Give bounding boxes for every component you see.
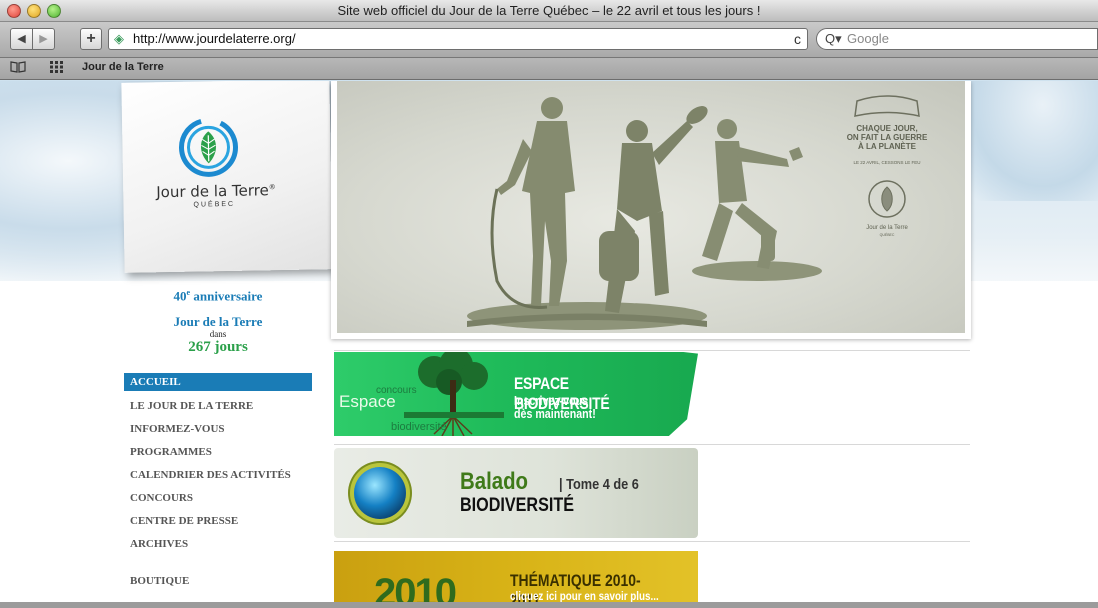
statue-figures-illustration: CHAQUE JOUR, ON FAIT LA GUERRE À LA PLAN… [467, 95, 928, 330]
back-arrow-icon: ◀ [17, 33, 26, 45]
site-favicon-icon: ◈ [114, 31, 124, 46]
main-navigation: ACCUEIL LE JOUR DE LA TERRE INFORMEZ-VOU… [124, 373, 312, 593]
balado-subtitle: BIODIVERSITÉ [460, 495, 574, 516]
reload-icon[interactable]: c [794, 29, 801, 49]
espace-biodiversite-banner[interactable]: concours Espace biodiversité ESPACE BIOD… [334, 352, 698, 436]
nav-item-centre-de-presse[interactable]: CENTRE DE PRESSE [124, 510, 312, 533]
web-page: Jour de la Terre® QUÉBEC 40e anniversair… [0, 81, 1098, 602]
badge-line-1: CHAQUE JOUR, [856, 124, 917, 133]
badge-line-3: À LA PLANÈTE [858, 142, 917, 151]
countdown-connector: dans [209, 329, 227, 340]
plus-icon: + [86, 30, 96, 47]
divider [334, 350, 970, 351]
badge-line-2: ON FAIT LA GUERRE [847, 133, 928, 142]
book-icon[interactable] [10, 61, 26, 76]
address-bar[interactable]: ◈ http://www.jourdelaterre.org/ c [108, 28, 808, 50]
campaign-badge [854, 95, 920, 218]
zoom-window-button[interactable] [47, 4, 61, 18]
forward-arrow-icon: ▶ [39, 33, 48, 45]
window-titlebar: Site web officiel du Jour de la Terre Qu… [0, 0, 1098, 22]
forward-button[interactable]: ▶ [32, 28, 55, 50]
countdown-days: 267 jours [188, 339, 248, 356]
nav-item-archives[interactable]: ARCHIVES [124, 533, 312, 556]
window-title: Site web officiel du Jour de la Terre Qu… [337, 3, 761, 18]
bookmark-jour-de-la-terre[interactable]: Jour de la Terre [82, 61, 164, 73]
balado-banner[interactable]: Balado | Tome 4 de 6 BIODIVERSITÉ [334, 448, 698, 538]
hero-image: CHAQUE JOUR, ON FAIT LA GUERRE À LA PLAN… [337, 81, 965, 333]
top-sites-grid-icon[interactable] [50, 61, 64, 76]
nav-item-informez-vous[interactable]: INFORMEZ-VOUS [124, 418, 312, 441]
thematique-cta: cliquez ici pour en savoir plus... [510, 589, 659, 602]
sky-background-right [960, 81, 1098, 201]
espace-label: Espace [339, 392, 396, 411]
countdown-event: Jour de la Terre [173, 314, 263, 330]
search-icon: Q▾ [825, 31, 842, 46]
nav-item-concours[interactable]: CONCOURS [124, 487, 312, 510]
biodiversite-label: biodiversité [391, 421, 447, 433]
earth-leaf-emblem-icon [178, 117, 238, 177]
back-button[interactable]: ◀ [10, 28, 33, 50]
anniversary-heading: 40e anniversaire [173, 288, 263, 304]
logo-region: QUÉBEC [193, 200, 236, 209]
balado-tome: | Tome 4 de 6 [559, 476, 639, 493]
window-bottom-edge [0, 602, 1098, 608]
address-url: http://www.jourdelaterre.org/ [133, 31, 296, 46]
divider [334, 541, 970, 542]
site-logo[interactable]: Jour de la Terre® QUÉBEC [121, 81, 333, 273]
add-bookmark-button[interactable]: + [80, 28, 102, 50]
thematique-banner[interactable]: 2010 THÉMATIQUE 2010-2011 cliquez ici po… [334, 551, 698, 602]
badge-line-4: LE 22 AVRIL, CESSONS LE FEU [854, 160, 921, 165]
bookmarks-bar: Jour de la Terre [0, 58, 1098, 80]
nav-item-le-jour-de-la-terre[interactable]: LE JOUR DE LA TERRE [124, 395, 312, 418]
anniversary-countdown: 40e anniversaire Jour de la Terre dans 2… [123, 288, 313, 356]
thematique-logo: 2010 [374, 571, 457, 602]
divider [334, 444, 970, 445]
badge-region-text: QUÉBEC [880, 232, 895, 237]
search-input[interactable]: Q▾ Google [816, 28, 1098, 50]
browser-toolbar: ◀ ▶ + ◈ http://www.jourdelaterre.org/ c … [0, 22, 1098, 58]
nav-item-calendrier[interactable]: CALENDRIER DES ACTIVITÉS [124, 464, 312, 487]
globe-icon [354, 467, 406, 519]
nav-item-programmes[interactable]: PROGRAMMES [124, 441, 312, 464]
close-window-button[interactable] [7, 4, 21, 18]
espace-biodiversite-cta: Inscrivez-vous dès maintenant! [514, 393, 596, 421]
minimize-window-button[interactable] [27, 4, 41, 18]
logo-wordmark: Jour de la Terre® [156, 181, 276, 202]
badge-logo-text: Jour de la Terre [866, 225, 908, 231]
search-placeholder: Google [847, 31, 889, 46]
nav-item-accueil[interactable]: ACCUEIL [124, 373, 312, 391]
hero-banner[interactable]: CHAQUE JOUR, ON FAIT LA GUERRE À LA PLAN… [331, 81, 971, 339]
balado-title: Balado [460, 468, 529, 495]
nav-item-boutique[interactable]: BOUTIQUE [124, 570, 312, 593]
